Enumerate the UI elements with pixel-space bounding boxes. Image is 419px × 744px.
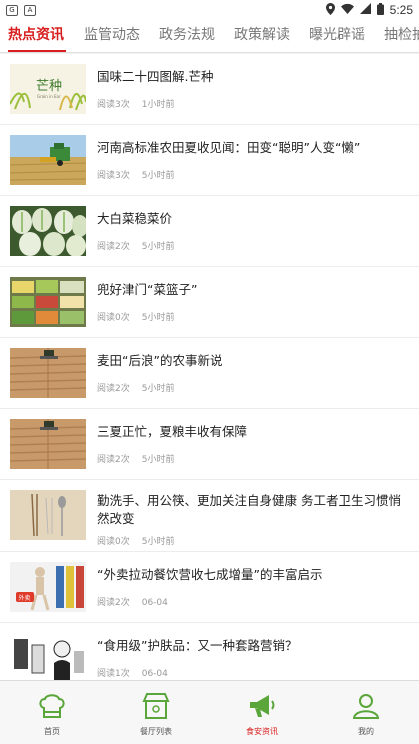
news-title: 勤洗手、用公筷、更加关注自身健康 务工者卫生习惯悄然改变 <box>97 493 401 526</box>
read-count: 阅读3次 <box>97 171 130 181</box>
news-meta: 阅读0次 5小时前 <box>97 310 174 323</box>
news-item[interactable]: “食用级”护肤品：又一种套路营销？ 阅读1次 06-04 <box>0 623 419 680</box>
mangzhong-thumb-title: 芒种 <box>36 78 62 94</box>
battery-icon <box>376 2 384 18</box>
publish-time: 5小时前 <box>141 537 175 547</box>
news-item[interactable]: 芒种 Grain in Ear 国味二十四图解.芒种 阅读3次 1小时前 <box>0 54 419 124</box>
news-title: “食用级”护肤品：又一种套路营销？ <box>97 638 298 653</box>
publish-time: 5小时前 <box>141 455 175 465</box>
nav-label-profile: 我的 <box>358 727 374 736</box>
news-item[interactable]: 三夏正忙，夏粮丰收有保障 阅读2次 5小时前 <box>0 409 419 479</box>
cabbage-thumb <box>10 206 86 256</box>
tab-regulation-news[interactable]: 监管动态 <box>84 20 140 52</box>
publish-time: 5小时前 <box>141 171 175 181</box>
read-count: 阅读2次 <box>97 455 130 465</box>
publish-time: 06-04 <box>141 598 168 608</box>
news-item[interactable]: 麦田“后浪”的农事新说 阅读2次 5小时前 <box>0 338 419 408</box>
news-item[interactable]: 勤洗手、用公筷、更加关注自身健康 务工者卫生习惯悄然改变 阅读0次 5小时前 <box>0 480 419 551</box>
wifi-icon <box>340 3 354 17</box>
read-count: 阅读2次 <box>97 598 130 608</box>
mangzhong-thumb: 芒种 Grain in Ear <box>10 64 86 114</box>
news-title: 麦田“后浪”的农事新说 <box>97 353 223 368</box>
chopsticks-thumb <box>10 490 86 540</box>
news-meta: 阅读2次 5小时前 <box>97 381 174 394</box>
takeaway-thumb: 外卖 <box>10 562 86 612</box>
read-count: 阅读1次 <box>97 669 130 679</box>
publish-time: 1小时前 <box>141 100 175 110</box>
publish-time: 5小时前 <box>141 384 175 394</box>
gboard-icon: G <box>6 4 18 16</box>
read-count: 阅读2次 <box>97 384 130 394</box>
publish-time: 5小时前 <box>141 313 175 323</box>
nav-label-restaurant-list: 餐厅列表 <box>140 727 172 736</box>
tab-hot-news[interactable]: 热点资讯 <box>8 20 64 52</box>
news-item[interactable]: 兜好津门“菜篮子” 阅读0次 5小时前 <box>0 267 419 337</box>
takeaway-thumb-tag: 外卖 <box>19 594 31 602</box>
news-list[interactable]: 芒种 Grain in Ear 国味二十四图解.芒种 阅读3次 1小时前 河南高标… <box>0 54 419 680</box>
publish-time: 5小时前 <box>141 242 175 252</box>
harvester-thumb <box>10 135 86 185</box>
read-count: 阅读3次 <box>97 100 130 110</box>
tab-policy-interpretation[interactable]: 政策解读 <box>234 20 290 52</box>
tab-exposure-rumors[interactable]: 曝光辟谣 <box>309 20 365 52</box>
news-meta: 阅读2次 5小时前 <box>97 239 174 252</box>
user-icon <box>351 691 381 721</box>
news-title: 河南高标准农田夏收见闻：田变“聪明”人变“懒” <box>97 140 361 155</box>
megaphone-icon <box>247 691 277 721</box>
active-tab-underline <box>8 50 66 52</box>
read-count: 阅读2次 <box>97 242 130 252</box>
news-title: 大白菜稳菜价 <box>97 211 173 226</box>
nav-home[interactable]: 首页 <box>0 681 104 744</box>
nav-food-safety-news[interactable]: 食安资讯 <box>210 681 314 744</box>
news-item[interactable]: 外卖 “外卖拉动餐饮营收七成增量”的丰富启示 阅读2次 06-04 <box>0 552 419 622</box>
tab-government-laws[interactable]: 政务法规 <box>159 20 215 52</box>
news-meta: 阅读2次 5小时前 <box>97 452 174 465</box>
nav-profile[interactable]: 我的 <box>314 681 418 744</box>
nav-restaurant-list[interactable]: 餐厅列表 <box>104 681 208 744</box>
a-notification-icon: A <box>24 4 36 16</box>
bottom-navigation: 首页 餐厅列表 食安资讯 我的 <box>0 680 419 744</box>
news-meta: 阅读3次 5小时前 <box>97 168 174 181</box>
category-tab-bar[interactable]: 热点资讯 监管动态 政务法规 政策解读 曝光辟谣 抽检抽查 <box>0 20 419 53</box>
news-title: 兜好津门“菜篮子” <box>97 282 198 297</box>
read-count: 阅读0次 <box>97 537 130 547</box>
signal-icon <box>359 3 371 17</box>
status-bar: G A 5:25 <box>0 0 419 20</box>
news-meta: 阅读1次 06-04 <box>97 666 168 679</box>
publish-time: 06-04 <box>141 669 168 679</box>
restaurant-icon <box>141 691 171 721</box>
news-title: “外卖拉动餐饮营收七成增量”的丰富启示 <box>97 567 323 582</box>
market-thumb <box>10 277 86 327</box>
news-meta: 阅读2次 06-04 <box>97 595 168 608</box>
location-icon <box>325 2 335 18</box>
field-tractor-thumb <box>10 348 86 398</box>
news-item[interactable]: 大白菜稳菜价 阅读2次 5小时前 <box>0 196 419 266</box>
news-title: 三夏正忙，夏粮丰收有保障 <box>97 424 248 439</box>
tab-sampling-inspection[interactable]: 抽检抽查 <box>384 20 419 52</box>
nav-label-home: 首页 <box>44 727 60 736</box>
news-item[interactable]: 河南高标准农田夏收见闻：田变“聪明”人变“懒” 阅读3次 5小时前 <box>0 125 419 195</box>
clock: 5:25 <box>389 3 413 17</box>
cosmetics-thumb <box>10 633 86 680</box>
read-count: 阅读0次 <box>97 313 130 323</box>
field-tractor-thumb-2 <box>10 419 86 469</box>
news-title: 国味二十四图解.芒种 <box>97 69 214 84</box>
mangzhong-thumb-subtitle: Grain in Ear <box>37 94 61 99</box>
news-meta: 阅读3次 1小时前 <box>97 97 174 110</box>
chef-hat-icon <box>37 691 67 721</box>
nav-label-food-safety-news: 食安资讯 <box>246 727 278 736</box>
news-meta: 阅读0次 5小时前 <box>97 534 174 547</box>
